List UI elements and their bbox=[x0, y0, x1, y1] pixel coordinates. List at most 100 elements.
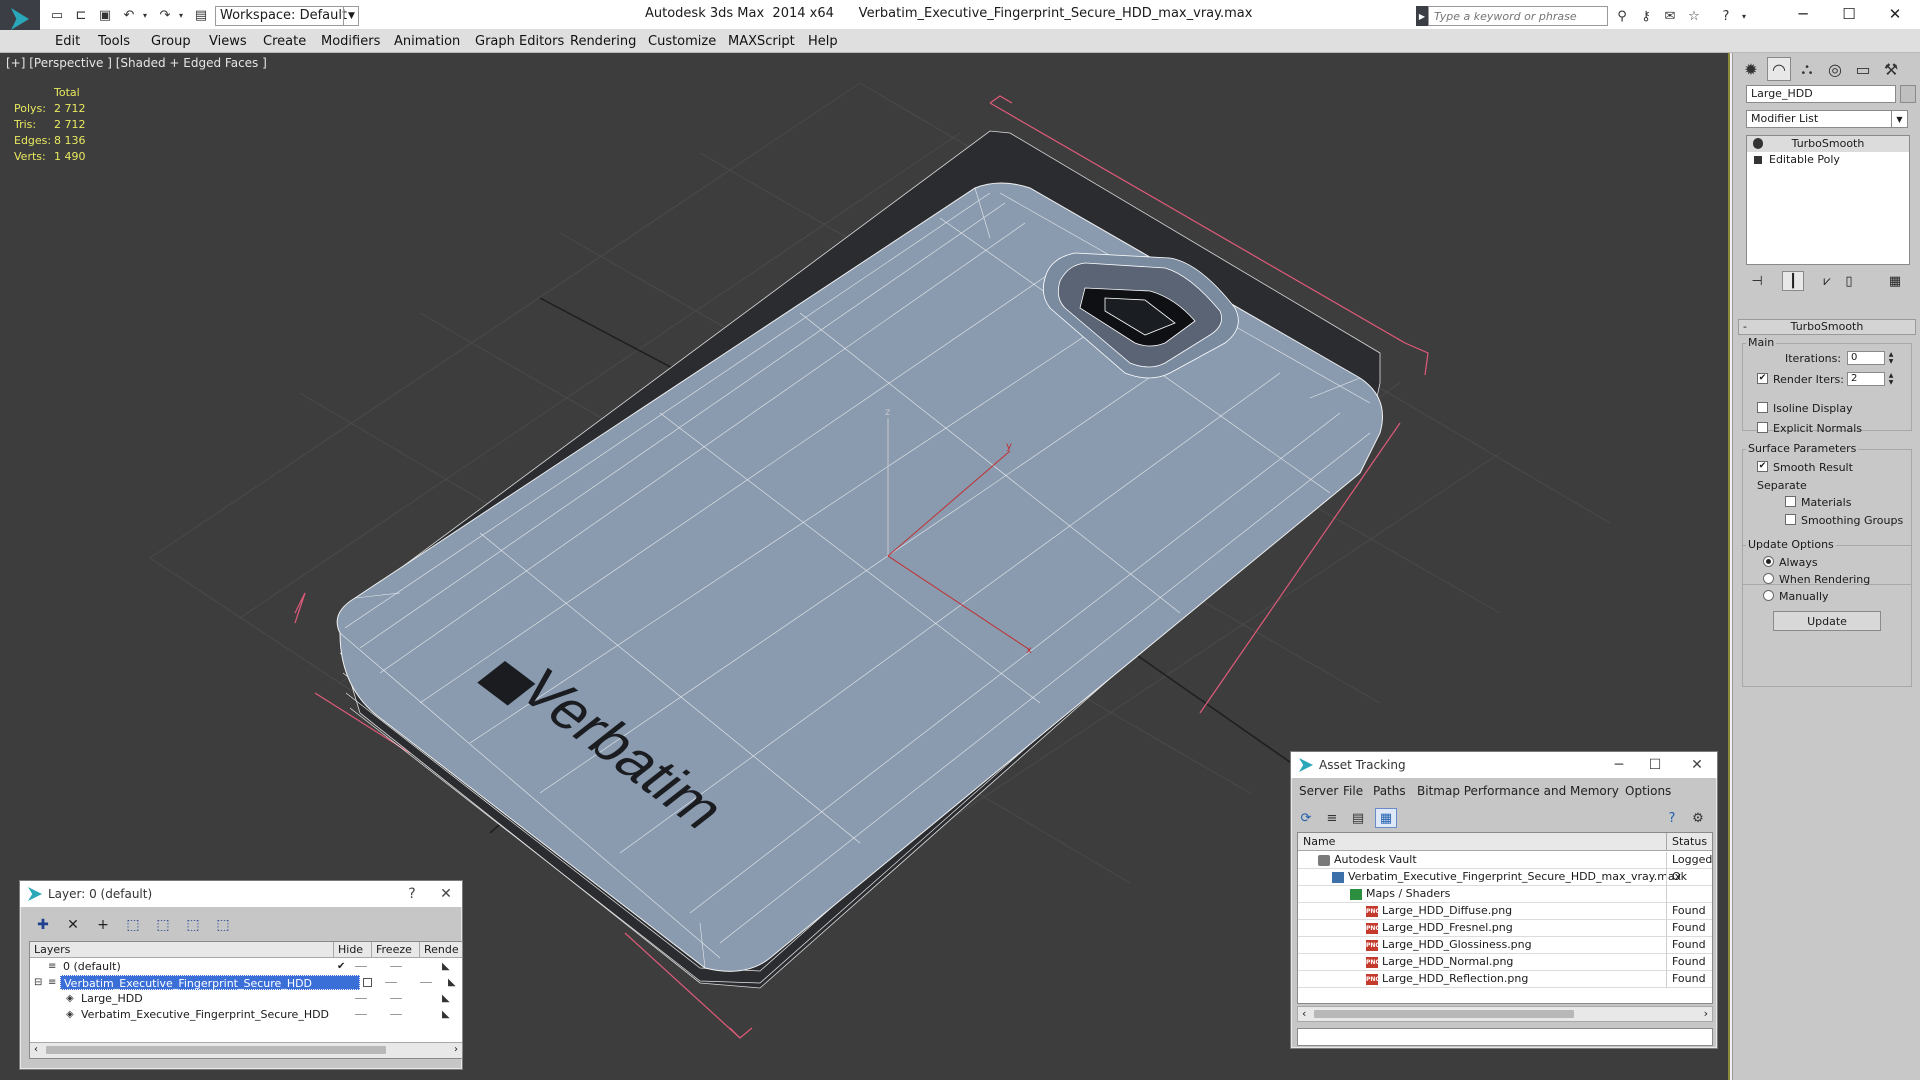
assets-table[interactable]: Name Status Autodesk Vault Logged Verbat… bbox=[1297, 832, 1713, 1004]
redo-dropdown-icon[interactable]: ▾ bbox=[172, 6, 190, 24]
image-view-icon[interactable]: ▤ bbox=[1347, 808, 1369, 828]
teapot-icon[interactable]: ◣ bbox=[442, 961, 452, 972]
asset-row[interactable]: PNG Large_HDD_Glossiness.png Found bbox=[1298, 937, 1712, 954]
remove-modifier-icon[interactable]: ▯ bbox=[1838, 271, 1860, 291]
spinner-arrows-icon[interactable]: ▲ ▼ bbox=[1887, 372, 1895, 386]
asset-row[interactable]: PNG Large_HDD_Reflection.png Found bbox=[1298, 971, 1712, 988]
hide-toggle[interactable] bbox=[355, 998, 367, 999]
asset-path-field[interactable] bbox=[1297, 1028, 1713, 1046]
utilities-tab-icon[interactable]: ⚒ bbox=[1879, 57, 1903, 81]
help-icon[interactable]: ? bbox=[1716, 6, 1736, 26]
active-layer-check-icon[interactable]: ✔ bbox=[337, 961, 347, 972]
refresh-icon[interactable]: ⟳ bbox=[1295, 808, 1317, 828]
close-icon[interactable]: ✕ bbox=[432, 883, 460, 905]
help-dropdown-icon[interactable]: ▾ bbox=[1734, 6, 1754, 26]
menu-views[interactable]: Views bbox=[209, 34, 247, 49]
collapse-icon[interactable]: ⊟ bbox=[34, 977, 44, 988]
menu-options[interactable]: Options bbox=[1625, 784, 1671, 798]
asset-row[interactable]: PNG Large_HDD_Normal.png Found bbox=[1298, 954, 1712, 971]
table-view-icon[interactable]: ▦ bbox=[1375, 808, 1397, 828]
menu-edit[interactable]: Edit bbox=[55, 34, 80, 49]
modify-tab-icon[interactable]: ◠ bbox=[1767, 57, 1791, 81]
maximize-icon[interactable]: ☐ bbox=[1826, 0, 1872, 28]
teapot-icon[interactable]: ◣ bbox=[448, 977, 458, 988]
spinner-arrows-icon[interactable]: ▲ ▼ bbox=[1887, 351, 1895, 365]
hide-toggle[interactable] bbox=[355, 1014, 367, 1015]
smooth-result-checkbox[interactable]: ✔ bbox=[1757, 461, 1768, 472]
dialog-titlebar[interactable]: Layer: 0 (default) ? ✕ bbox=[20, 881, 462, 907]
column-header-layers[interactable]: Layers bbox=[30, 942, 334, 958]
stack-item-editable-poly[interactable]: Editable Poly bbox=[1747, 152, 1909, 168]
delete-layer-icon[interactable]: ✕ bbox=[62, 915, 84, 935]
layer-row[interactable]: ◈ Large_HDD ◣ bbox=[30, 991, 462, 1007]
layers-hscrollbar[interactable]: ‹ › bbox=[30, 1042, 462, 1058]
assets-hscrollbar[interactable]: ‹ › bbox=[1297, 1006, 1713, 1022]
modifier-list-select[interactable]: Modifier List ▼ bbox=[1746, 110, 1908, 128]
asset-row[interactable]: Maps / Shaders bbox=[1298, 886, 1712, 903]
create-tab-icon[interactable]: ✹ bbox=[1739, 57, 1763, 81]
chevron-right-icon[interactable]: ▶ bbox=[1416, 6, 1428, 26]
chevron-right-icon[interactable]: › bbox=[1704, 1007, 1708, 1020]
motion-tab-icon[interactable]: ◎ bbox=[1823, 57, 1847, 81]
always-radio[interactable] bbox=[1763, 556, 1774, 567]
materials-checkbox[interactable] bbox=[1785, 496, 1796, 507]
column-header-hide[interactable]: Hide bbox=[334, 942, 372, 958]
layer-row[interactable]: ◈ Verbatim_Executive_Fingerprint_Secure_… bbox=[30, 1007, 462, 1023]
scrollbar-thumb[interactable] bbox=[46, 1046, 386, 1054]
object-name-field[interactable]: Large_HDD bbox=[1746, 85, 1896, 103]
configure-sets-icon[interactable]: ▦ bbox=[1884, 271, 1906, 291]
minimize-icon[interactable]: ─ bbox=[1780, 0, 1826, 28]
when-rendering-radio[interactable] bbox=[1763, 573, 1774, 584]
new-file-icon[interactable]: ▭ bbox=[48, 6, 66, 24]
list-view-icon[interactable]: ≡ bbox=[1321, 808, 1343, 828]
layers-table[interactable]: Layers Hide Freeze Rende ≡ 0 (default) ✔… bbox=[29, 941, 463, 1059]
menu-create[interactable]: Create bbox=[263, 34, 306, 49]
freeze-toggle[interactable] bbox=[390, 1014, 402, 1015]
help-icon[interactable]: ? bbox=[1661, 808, 1683, 828]
column-header-status[interactable]: Status bbox=[1667, 833, 1712, 851]
chevron-left-icon[interactable]: ‹ bbox=[1302, 1007, 1306, 1020]
asset-row[interactable]: PNG Large_HDD_Diffuse.png Found bbox=[1298, 903, 1712, 920]
menu-file[interactable]: File bbox=[1343, 784, 1363, 798]
minimize-icon[interactable]: ─ bbox=[1605, 754, 1633, 776]
freeze-toggle[interactable] bbox=[390, 998, 402, 999]
asset-row[interactable]: PNG Large_HDD_Fresnel.png Found bbox=[1298, 920, 1712, 937]
manually-radio[interactable] bbox=[1763, 590, 1774, 601]
pin-stack-icon[interactable]: ⊣ bbox=[1746, 271, 1768, 291]
highlight-layer-icon[interactable]: ⬚ bbox=[152, 915, 174, 935]
hierarchy-tab-icon[interactable]: ⛬ bbox=[1795, 57, 1819, 81]
menu-group[interactable]: Group bbox=[151, 34, 191, 49]
freeze-toggle[interactable] bbox=[390, 966, 402, 967]
display-tab-icon[interactable]: ▭ bbox=[1851, 57, 1875, 81]
freeze-toggle[interactable] bbox=[420, 982, 432, 983]
communication-icon[interactable]: ✉ bbox=[1660, 6, 1680, 26]
show-end-result-icon[interactable]: ┃ bbox=[1782, 271, 1804, 291]
star-icon[interactable]: ☆ bbox=[1684, 6, 1704, 26]
isoline-display-checkbox[interactable] bbox=[1757, 402, 1768, 413]
menu-tools[interactable]: Tools bbox=[98, 34, 130, 49]
freeze-all-icon[interactable]: ⬚ bbox=[212, 915, 234, 935]
chevron-down-icon[interactable]: ▼ bbox=[1891, 111, 1907, 127]
chevron-down-icon[interactable]: ▼ bbox=[343, 6, 359, 26]
iterations-spinner[interactable]: 0 bbox=[1847, 351, 1885, 365]
make-unique-icon[interactable]: ⩗ bbox=[1816, 271, 1838, 291]
select-objects-icon[interactable]: ⬚ bbox=[122, 915, 144, 935]
menu-modifiers[interactable]: Modifiers bbox=[321, 34, 380, 49]
menu-paths[interactable]: Paths bbox=[1373, 784, 1406, 798]
project-folder-icon[interactable]: ▤ bbox=[192, 6, 210, 24]
menu-help[interactable]: Help bbox=[808, 34, 838, 49]
asset-row[interactable]: Verbatim_Executive_Fingerprint_Secure_HD… bbox=[1298, 869, 1712, 886]
render-iters-spinner[interactable]: 2 bbox=[1847, 372, 1885, 386]
smoothing-groups-checkbox[interactable] bbox=[1785, 514, 1796, 525]
explicit-normals-checkbox[interactable] bbox=[1757, 422, 1768, 433]
menu-rendering[interactable]: Rendering bbox=[570, 34, 636, 49]
menu-maxscript[interactable]: MAXScript bbox=[728, 34, 795, 49]
menu-graph-editors[interactable]: Graph Editors bbox=[475, 34, 564, 49]
turbosmooth-rollout-header[interactable]: - TurboSmooth bbox=[1738, 319, 1916, 335]
workspace-select[interactable]: Workspace: Default bbox=[215, 6, 359, 26]
close-icon[interactable]: ✕ bbox=[1872, 0, 1918, 28]
render-iters-checkbox[interactable]: ✔ bbox=[1757, 373, 1768, 384]
layer-row[interactable]: ⊟ ≡ Verbatim_Executive_Fingerprint_Secur… bbox=[30, 975, 462, 991]
expand-box-icon[interactable] bbox=[1754, 156, 1762, 164]
dialog-titlebar[interactable]: Asset Tracking ─ ☐ ✕ bbox=[1291, 752, 1717, 778]
